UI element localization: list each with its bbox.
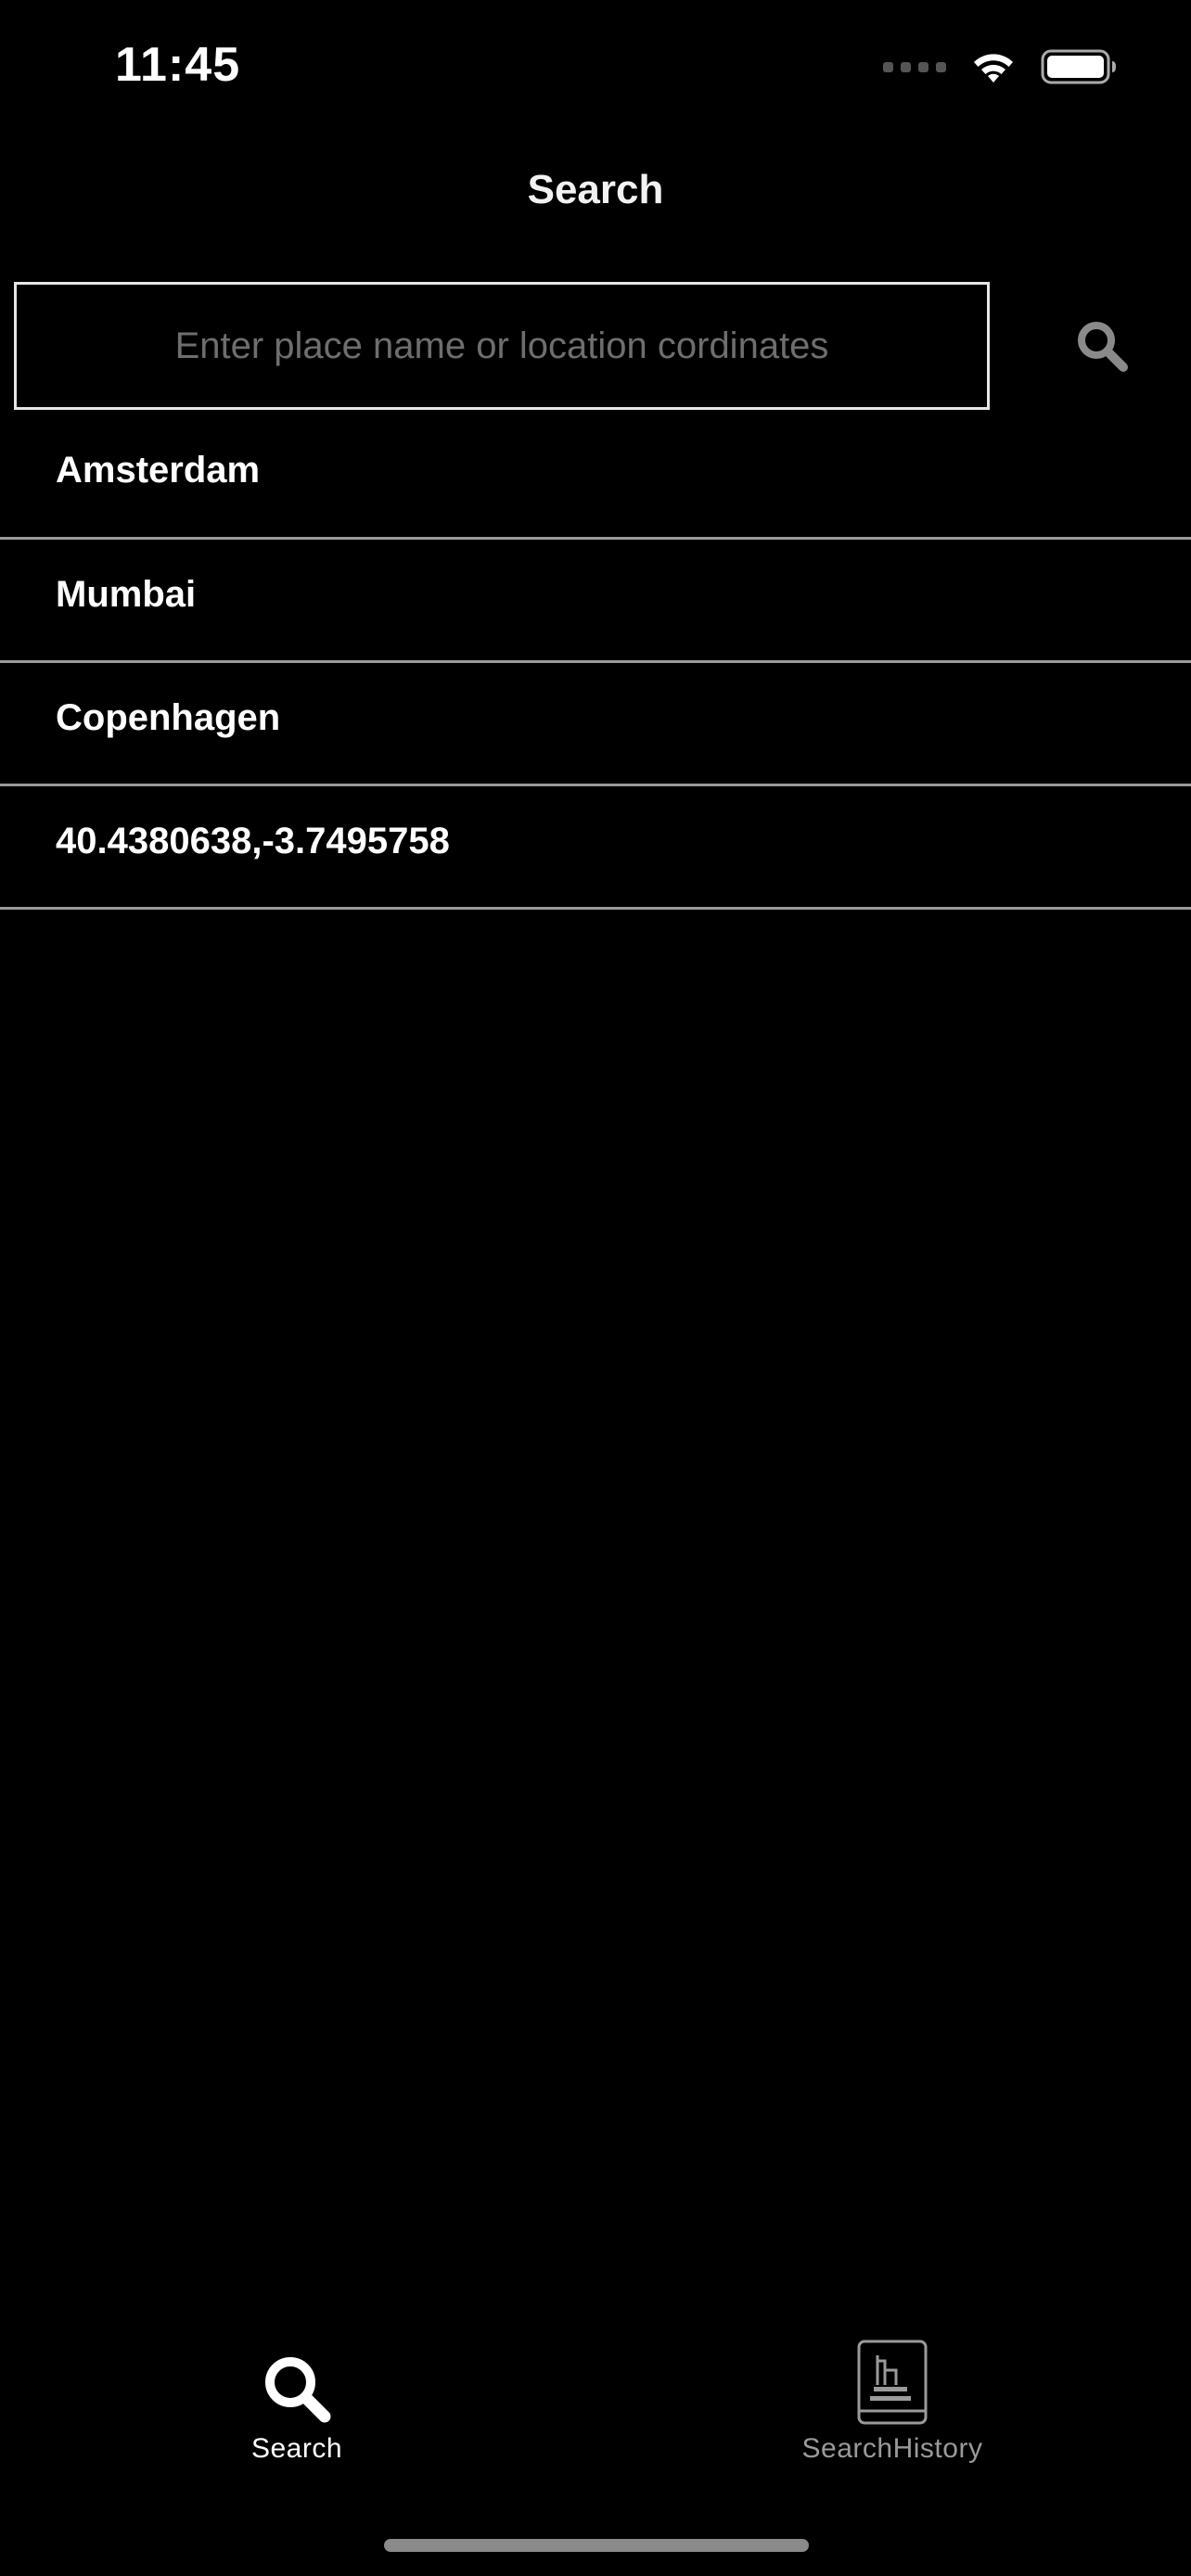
tab-label: SearchHistory [801,2433,983,2464]
tab-bar: Search SearchHistory [0,2337,1191,2476]
list-item[interactable]: Mumbai [0,540,1191,663]
list-item[interactable]: Copenhagen [0,663,1191,786]
tab-search-history[interactable]: SearchHistory [753,2337,1031,2465]
list-item-label: Copenhagen [56,696,281,738]
search-icon [265,2357,331,2423]
page-title: Search [527,167,664,212]
book-icon [857,2340,928,2425]
list-item-label: Mumbai [56,573,197,615]
wifi-icon [974,54,1013,83]
signal-dots-icon [883,61,946,72]
home-indicator[interactable] [384,2539,809,2552]
tab-label: Search [250,2433,343,2464]
status-time: 11:45 [115,38,241,92]
list-item-label: Amsterdam [56,449,261,491]
status-bar: 11:45 [0,0,1191,130]
list-item[interactable]: 40.4380638,-3.7495758 [0,786,1191,910]
status-indicators [883,48,1117,85]
search-icon [1078,322,1128,372]
search-results-list: Amsterdam Mumbai Copenhagen 40.4380638,-… [0,414,1191,910]
search-button[interactable] [1067,311,1137,381]
list-item-label: 40.4380638,-3.7495758 [56,820,450,861]
list-item[interactable]: Amsterdam [0,414,1191,540]
search-input[interactable] [14,282,990,410]
tab-search[interactable]: Search [158,2337,436,2465]
battery-icon [1041,49,1116,84]
